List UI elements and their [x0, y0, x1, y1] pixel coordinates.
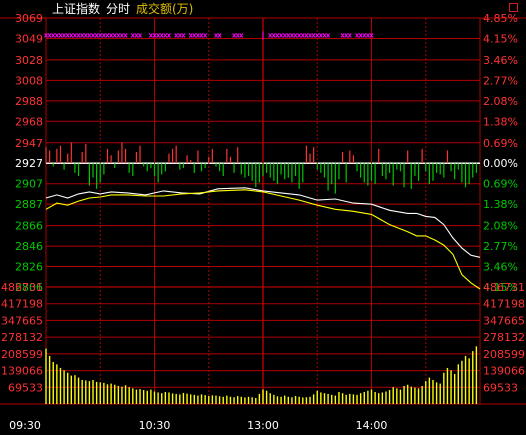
percent-axis-label: 4.85% [483, 12, 518, 25]
price-axis-label: 2988 [15, 95, 43, 108]
time-axis-label: 09:30 [9, 419, 41, 432]
time-axis-label: 10:30 [139, 419, 171, 432]
percent-axis-label: 3.46% [483, 54, 518, 67]
percent-axis-label: 2.77% [483, 74, 518, 87]
price-axis-label: 3069 [15, 12, 43, 25]
percent-axis-label: 0.00% [483, 157, 518, 170]
percent-axis-label: 4.15% [483, 32, 518, 45]
time-axis-label: 13:00 [247, 419, 279, 432]
percent-axis-label: 0.69% [483, 137, 518, 150]
intraday-chart[interactable]: 3069 3049 3028 3008 2988 2968 2947 2927 2907 2887… [0, 0, 526, 435]
volume-axis-label: 417198 [483, 298, 525, 311]
volume-axis-label: 139066 [483, 365, 525, 378]
percent-axis-label: 2.08% [483, 95, 518, 108]
price-axis-label: 2927 [15, 157, 43, 170]
percent-axis-label: 1.38% [483, 115, 518, 128]
volume-axis-label: 278132 [1, 331, 43, 344]
price-axis-label: 3028 [15, 54, 43, 67]
percent-axis-label: 0.69% [483, 178, 518, 191]
volume-axis-label: 69533 [483, 381, 518, 394]
volume-axis-label: 69533 [8, 381, 43, 394]
volume-axis-label: 278132 [483, 331, 525, 344]
volume-axis-label: 347665 [1, 314, 43, 327]
percent-axis-label: 2.08% [483, 220, 518, 233]
volume-max-label-right: 486731 [483, 281, 525, 294]
price-axis-label: 2826 [15, 261, 43, 274]
volume-series-label: 成交额(万) [136, 2, 194, 16]
chart-mode-label[interactable]: 分时 [106, 1, 130, 17]
price-axis-label: 3008 [15, 74, 43, 87]
price-axis-label: 2968 [15, 115, 43, 128]
volume-axis-label: 347665 [483, 314, 525, 327]
volume-axis-label: 208599 [1, 348, 43, 361]
price-axis-label: 2947 [15, 137, 43, 150]
price-axis-label: 2846 [15, 240, 43, 253]
close-icon[interactable] [509, 3, 518, 12]
price-axis-label: 2907 [15, 178, 43, 191]
price-axis-label: 3049 [15, 32, 43, 45]
volume-axis-label: 417198 [1, 298, 43, 311]
price-axis-label: 2866 [15, 220, 43, 233]
volume-max-label-left: 486731 [1, 281, 43, 294]
percent-axis-label: 1.38% [483, 198, 518, 211]
percent-axis-label: 2.77% [483, 240, 518, 253]
volume-axis-label: 139066 [1, 365, 43, 378]
price-axis-label: 2887 [15, 198, 43, 211]
time-axis-label: 14:00 [356, 419, 388, 432]
index-name-label: 上证指数 [52, 2, 101, 16]
volume-axis-label: 208599 [483, 348, 525, 361]
percent-axis-label: 3.46% [483, 261, 518, 274]
